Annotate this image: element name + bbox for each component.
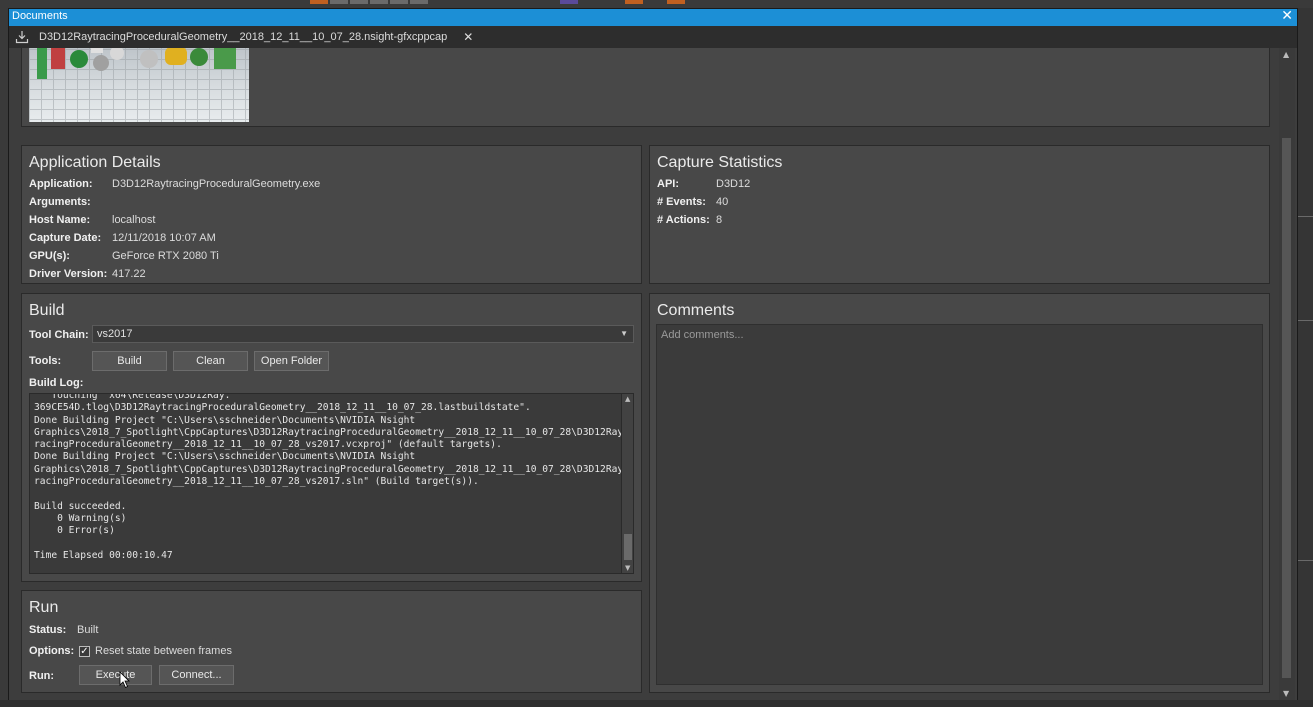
status-value: Built <box>77 624 99 636</box>
toolchain-select[interactable]: vs2017 ▼ <box>92 325 634 343</box>
status-label: Status: <box>29 624 67 636</box>
run-title: Run <box>29 599 59 616</box>
comments-title: Comments <box>657 302 735 319</box>
window-titlebar[interactable]: Documents ✕ <box>9 8 1297 26</box>
row-value: 12/11/2018 10:07 AM <box>112 232 216 244</box>
application-details-panel: Application Details Application: D3D12Ray… <box>21 145 642 284</box>
row-label: GPU(s): <box>29 250 70 262</box>
chevron-down-icon: ▼ <box>620 329 628 338</box>
connect-button[interactable]: Connect... <box>159 665 234 685</box>
background-bottom-strip <box>0 700 1313 707</box>
capture-thumbnail <box>29 48 249 122</box>
build-log-scrollbar[interactable]: ▲ ▼ <box>621 394 633 573</box>
open-folder-button[interactable]: Open Folder <box>254 351 329 371</box>
background-top-strip <box>0 0 1313 8</box>
bg-chip <box>667 0 685 4</box>
clean-button[interactable]: Clean <box>173 351 248 371</box>
row-value: 40 <box>716 196 729 208</box>
bg-chip <box>310 0 328 4</box>
reset-state-label[interactable]: Reset state between frames <box>95 645 232 657</box>
document-tab-bar: D3D12RaytracingProceduralGeometry__2018_… <box>9 26 1297 48</box>
build-panel: Build Tool Chain: vs2017 ▼ Tools: Build … <box>21 293 642 582</box>
app-details-title: Application Details <box>29 154 161 171</box>
build-log-row: Build Log: <box>29 377 112 389</box>
bg-chip <box>350 0 368 4</box>
scroll-thumb[interactable] <box>624 534 632 560</box>
scroll-thumb[interactable] <box>1282 138 1291 678</box>
background-right-slice <box>1298 8 1313 707</box>
bg-chip <box>560 0 578 4</box>
row-value: D3D12 <box>716 178 751 190</box>
window-close-icon[interactable]: ✕ <box>1281 8 1293 24</box>
reset-state-checkbox[interactable]: ✓ <box>79 645 90 657</box>
build-log-label: Build Log: <box>29 377 84 389</box>
build-log-text: Touching "x64\Release\D3D12Ray. 369CE54D… <box>34 393 629 561</box>
comments-input[interactable]: Add comments... <box>656 324 1263 685</box>
execute-button[interactable]: Execute <box>79 665 152 685</box>
capture-statistics-panel: Capture Statistics API: D3D12 # Events: 40… <box>649 145 1270 284</box>
bg-chip <box>410 0 428 4</box>
bg-line <box>1298 320 1313 321</box>
row-label: Host Name: <box>29 214 91 226</box>
background-left-slice <box>0 8 8 707</box>
options-label: Options: <box>29 645 75 657</box>
build-log-textarea[interactable]: Touching "x64\Release\D3D12Ray. 369CE54D… <box>29 393 634 574</box>
main-scrollbar[interactable]: ▲ ▼ <box>1279 48 1295 700</box>
row-label: Application: <box>29 178 93 190</box>
window-title: Documents <box>12 10 68 22</box>
screen: Documents ✕ D3D12RaytracingProceduralGeo… <box>0 0 1313 707</box>
stats-row-api: API: D3D12 <box>657 178 750 190</box>
bg-chip <box>330 0 348 4</box>
run-panel: Run Status: Built Options: ✓ Reset state… <box>21 590 642 693</box>
app-row-hostname: Host Name: localhost <box>29 214 155 226</box>
bg-chip <box>625 0 643 4</box>
bg-chip <box>390 0 408 4</box>
row-label: # Events: <box>657 196 706 208</box>
row-label: # Actions: <box>657 214 710 226</box>
document-content: Application Details Application: D3D12Ray… <box>9 48 1297 700</box>
scroll-down-icon[interactable]: ▼ <box>625 564 630 572</box>
mouse-cursor-icon <box>119 671 130 689</box>
app-row-arguments: Arguments: <box>29 196 112 208</box>
options-row: Options: ✓ Reset state between frames <box>29 645 232 657</box>
app-row-driver-version: Driver Version: 417.22 <box>29 268 146 280</box>
app-row-capture-date: Capture Date: 12/11/2018 10:07 AM <box>29 232 216 244</box>
bg-line <box>1298 560 1313 561</box>
app-row-application: Application: D3D12RaytracingProceduralGeo… <box>29 178 320 190</box>
build-title: Build <box>29 302 65 319</box>
row-value: 8 <box>716 214 723 226</box>
row-value: D3D12RaytracingProceduralGeometry.exe <box>112 178 321 190</box>
thumbnail-scene <box>37 48 236 79</box>
row-value: GeForce RTX 2080 Ti <box>112 250 219 262</box>
scroll-down-icon[interactable]: ▼ <box>1283 689 1289 698</box>
bg-line <box>1298 216 1313 217</box>
capture-stats-title: Capture Statistics <box>657 154 783 171</box>
stats-row-actions: # Actions: 8 <box>657 214 722 226</box>
scroll-up-icon[interactable]: ▲ <box>1283 50 1289 59</box>
comments-placeholder: Add comments... <box>661 329 744 341</box>
toolchain-value: vs2017 <box>97 328 133 340</box>
row-label: Arguments: <box>29 196 91 208</box>
row-value: localhost <box>112 214 156 226</box>
row-label: Capture Date: <box>29 232 102 244</box>
comments-panel: Comments Add comments... <box>649 293 1270 693</box>
stats-row-events: # Events: 40 <box>657 196 728 208</box>
download-icon <box>15 31 29 44</box>
row-label: Driver Version: <box>29 268 108 280</box>
row-label: API: <box>657 178 679 190</box>
scroll-up-icon[interactable]: ▲ <box>625 395 630 403</box>
build-button[interactable]: Build <box>92 351 167 371</box>
tab-close-icon[interactable]: ✕ <box>463 30 473 44</box>
documents-window: Documents ✕ D3D12RaytracingProceduralGeo… <box>8 8 1298 700</box>
app-row-gpu: GPU(s): GeForce RTX 2080 Ti <box>29 250 219 262</box>
document-tab[interactable]: D3D12RaytracingProceduralGeometry__2018_… <box>9 26 484 48</box>
row-value: 417.22 <box>112 268 146 280</box>
status-row: Status: Built <box>29 624 98 636</box>
document-tab-label: D3D12RaytracingProceduralGeometry__2018_… <box>39 31 448 43</box>
capture-preview-panel <box>21 48 1270 127</box>
bg-chip <box>370 0 388 4</box>
